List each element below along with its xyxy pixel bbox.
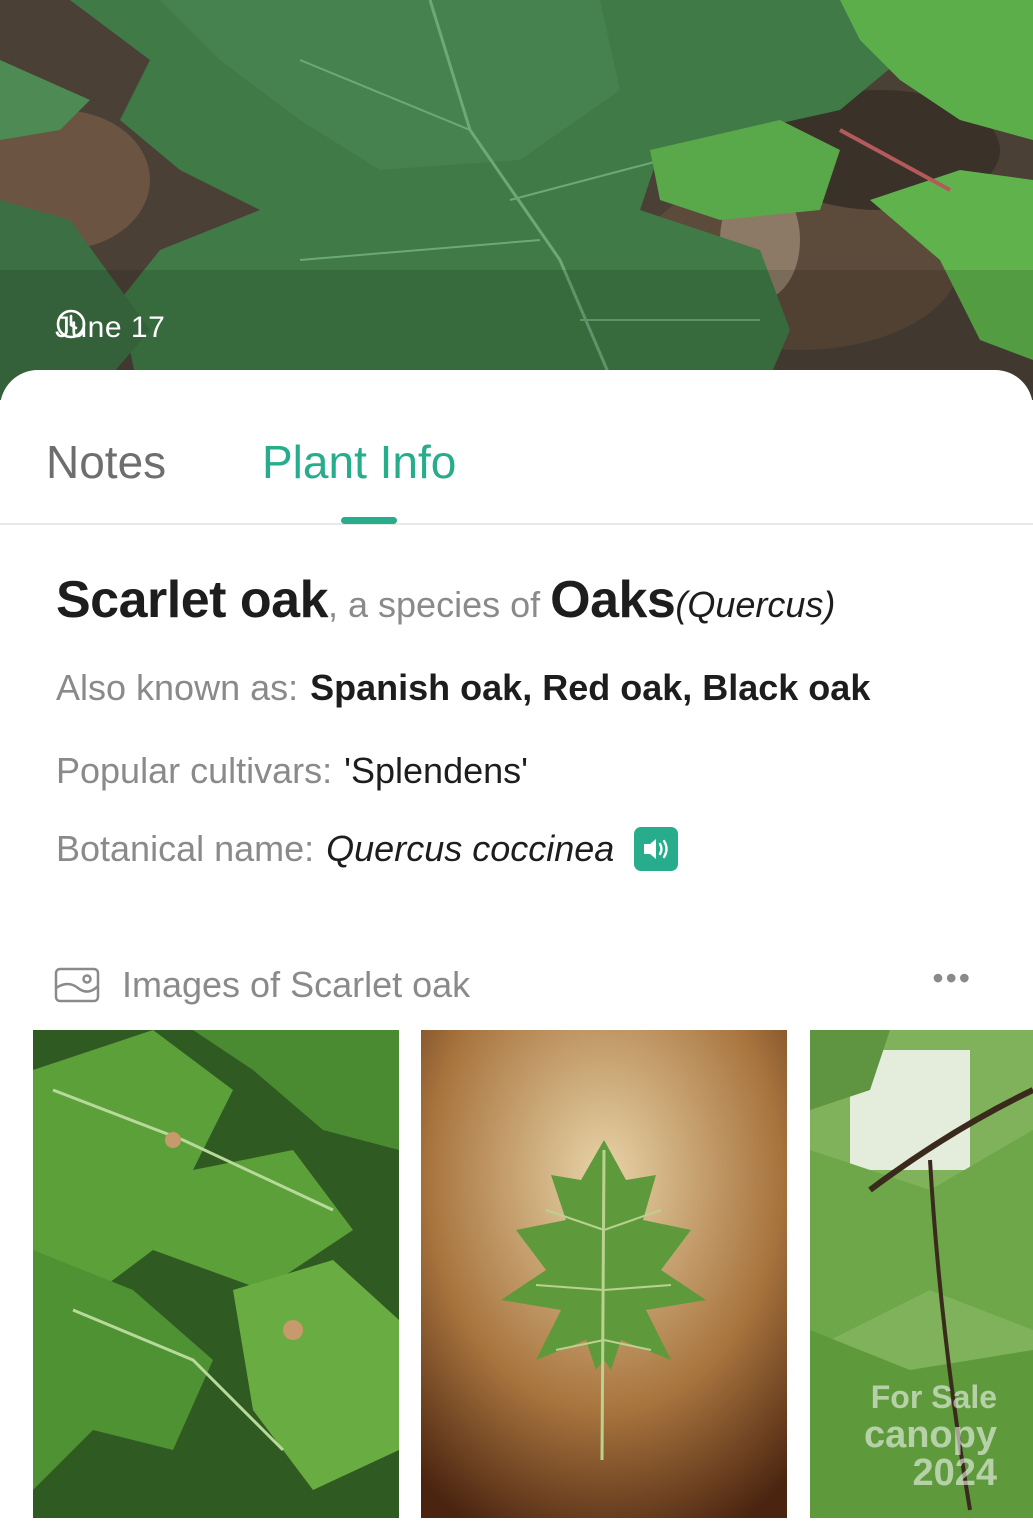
also-known-as-label: Also known as: <box>56 667 299 708</box>
watermark-line-2: canopy 2024 <box>863 1414 997 1494</box>
oak-foliage-image <box>33 1030 399 1518</box>
image-gallery: For Sale canopy 2024 <box>33 1030 1033 1518</box>
cultivars-label: Popular cultivars: <box>56 750 333 791</box>
also-known-as-value: Spanish oak, Red oak, Black oak <box>310 667 871 708</box>
common-name: Scarlet oak <box>56 571 329 629</box>
plant-detail-sheet: Notes Plant Info Scarlet oak, a species … <box>0 370 1033 1536</box>
plant-title: Scarlet oak, a species of Oaks(Quercus) <box>56 570 1016 630</box>
gallery-image[interactable] <box>33 1030 399 1518</box>
watermark-line-1: For Sale <box>870 1379 997 1415</box>
active-tab-indicator <box>341 517 397 524</box>
also-known-as-row: Also known as: Spanish oak, Red oak, Bla… <box>56 667 870 709</box>
cultivars-value: 'Splendens' <box>344 750 529 791</box>
gallery-image[interactable] <box>421 1030 787 1518</box>
tab-bar: Notes Plant Info <box>0 370 1033 525</box>
tab-notes[interactable]: Notes <box>46 432 166 492</box>
cultivars-row: Popular cultivars: 'Splendens' <box>56 750 528 792</box>
botanical-name-value: Quercus coccinea <box>326 828 615 869</box>
speaker-icon <box>644 839 668 859</box>
single-oak-leaf-image <box>421 1030 787 1518</box>
photo-date: June 17 <box>55 308 165 348</box>
genus-name: Oaks <box>550 571 676 629</box>
watermark: For Sale canopy 2024 <box>810 1378 997 1492</box>
gallery-image[interactable]: For Sale canopy 2024 <box>810 1030 1033 1518</box>
clock-icon <box>56 309 86 339</box>
more-dots-icon[interactable]: ••• <box>932 962 972 994</box>
pronunciation-audio-button[interactable] <box>634 827 679 871</box>
images-section-header: Images of Scarlet oak ••• <box>54 962 984 1008</box>
images-section-title: Images of Scarlet oak <box>122 964 471 1005</box>
botanical-name-label: Botanical name: <box>56 828 315 869</box>
plant-photo[interactable]: June 17 <box>0 0 1033 400</box>
botanical-name-row: Botanical name: Quercus coccinea <box>56 827 679 871</box>
tab-plant-info[interactable]: Plant Info <box>262 432 456 492</box>
species-of-text: , a species of <box>328 584 551 625</box>
genus-latin-name: (Quercus) <box>675 584 836 625</box>
image-gallery-icon <box>54 967 100 1003</box>
